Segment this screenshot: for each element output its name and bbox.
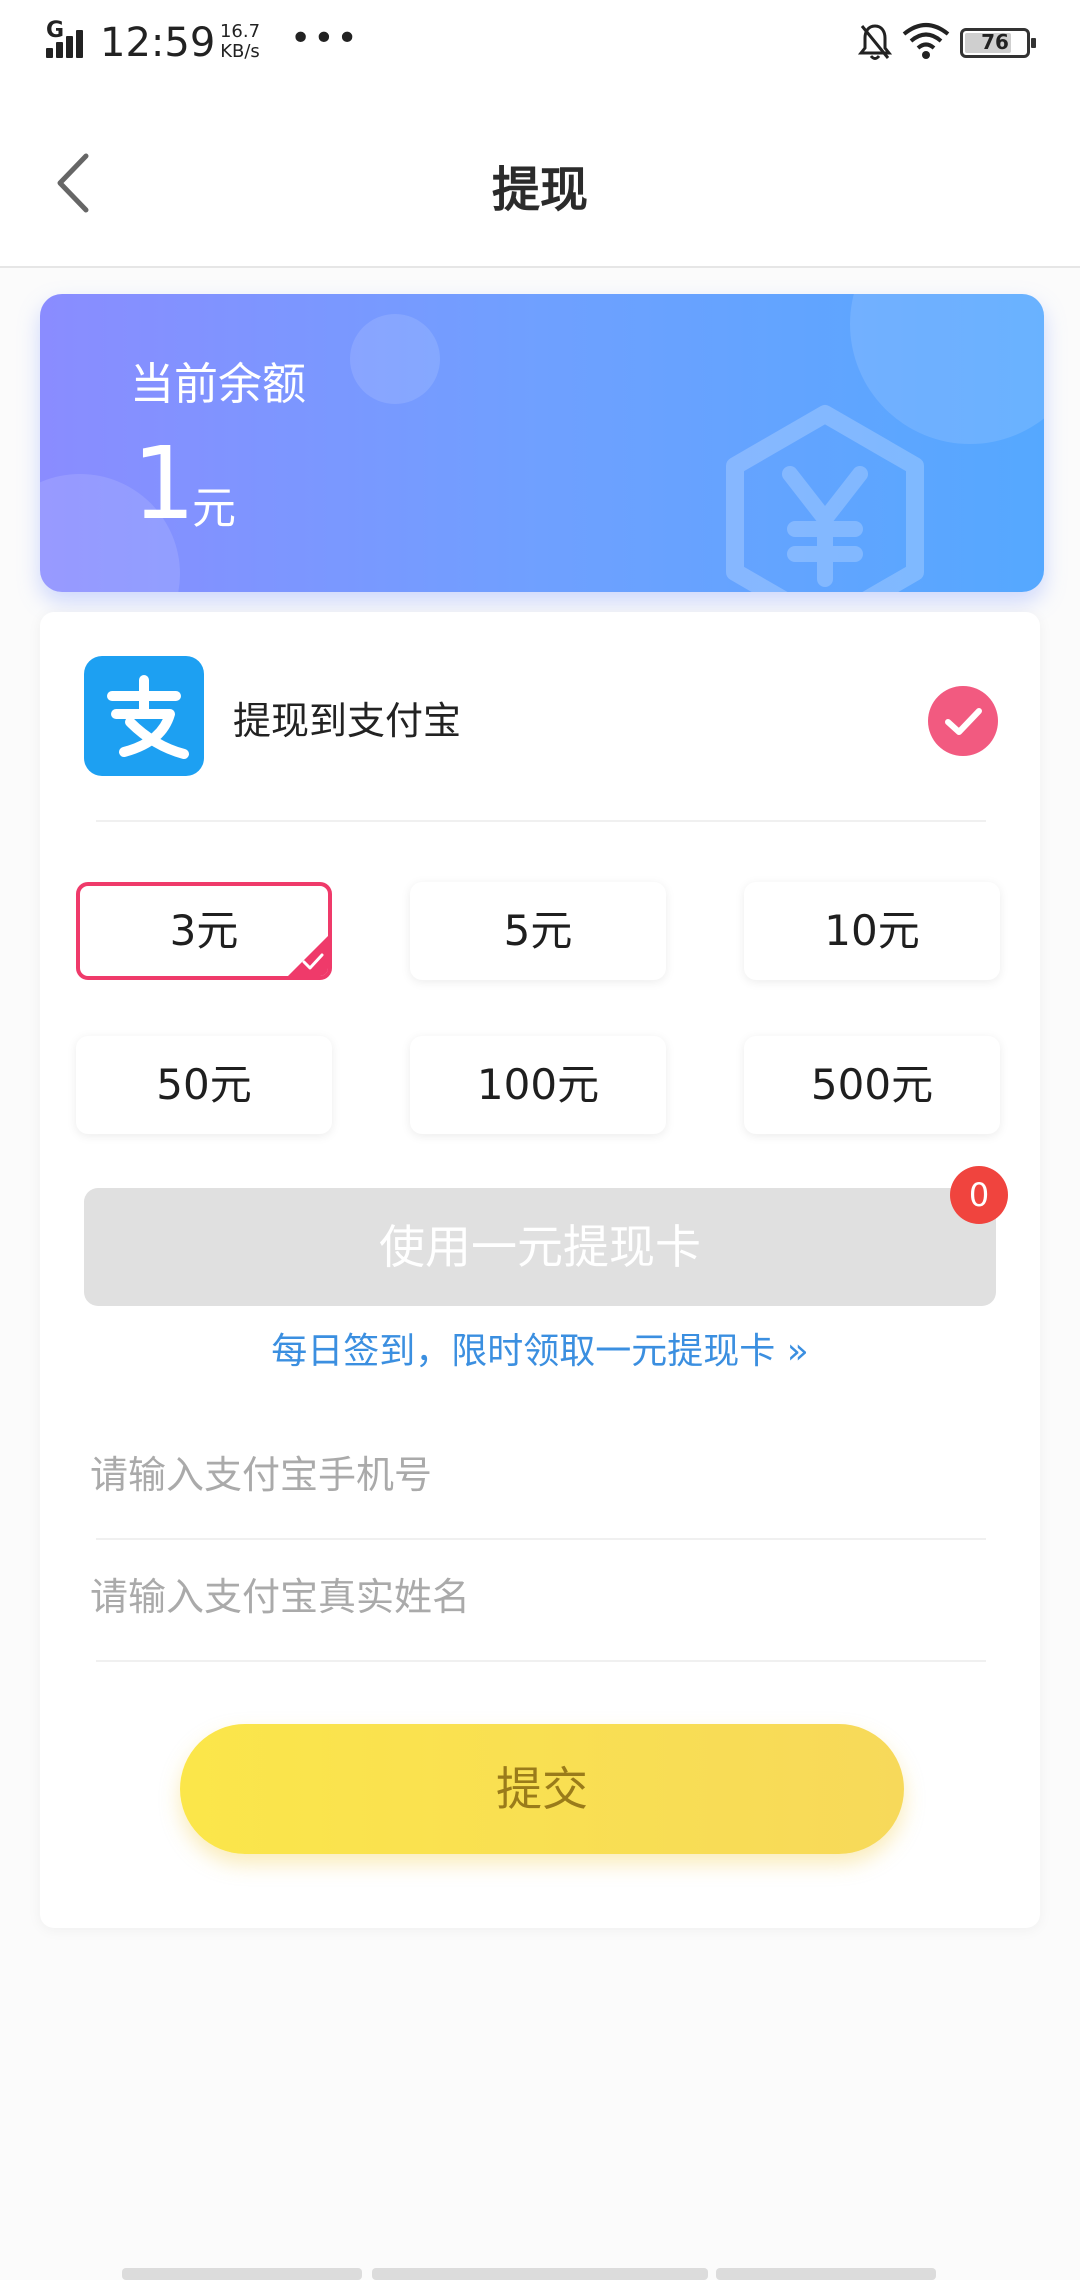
payment-method-label: 提现到支付宝: [233, 699, 462, 743]
status-bar: G 12:59 16.7 KB/s ••• 76: [0, 0, 1080, 90]
status-time: 12:59: [100, 20, 216, 66]
amount-option-50[interactable]: 50元: [76, 1036, 332, 1134]
payment-method-alipay[interactable]: 提现到支付宝: [40, 612, 1040, 820]
signal-icon: G: [46, 18, 90, 58]
bottom-nav-hint: [372, 2268, 708, 2280]
bell-muted-icon: [858, 24, 892, 60]
use-withdraw-card-button[interactable]: 使用一元提现卡: [84, 1188, 996, 1306]
amount-option-label: 100元: [476, 1060, 600, 1109]
amount-option-label: 50元: [156, 1060, 252, 1109]
more-notifications-icon: •••: [290, 18, 360, 59]
battery-icon: 76: [960, 28, 1036, 58]
withdraw-card-count-badge: 0: [950, 1166, 1008, 1224]
amount-option-10[interactable]: 10元: [744, 882, 1000, 980]
bottom-nav-hint: [716, 2268, 936, 2280]
network-speed-unit: KB/s: [220, 41, 260, 62]
divider: [96, 1660, 986, 1662]
submit-button[interactable]: 提交: [180, 1724, 904, 1854]
balance-unit: 元: [192, 483, 236, 534]
selected-check-icon[interactable]: [928, 686, 998, 756]
bottom-nav-hint: [122, 2268, 362, 2280]
divider: [96, 820, 986, 822]
amount-option-3[interactable]: 3元: [76, 882, 332, 980]
balance-amount: 1: [132, 425, 196, 542]
balance-card: 当前余额 1 元: [40, 294, 1044, 592]
network-type: G: [46, 18, 65, 43]
amount-option-label: 10元: [824, 906, 920, 955]
withdraw-form-card: 提现到支付宝 3元 5元 10元 50元 100元 500元 使用一元提现卡 0…: [40, 612, 1040, 1928]
wifi-icon: [902, 23, 950, 59]
network-speed: 16.7 KB/s: [218, 22, 262, 62]
amount-option-100[interactable]: 100元: [410, 1036, 666, 1134]
page-title: 提现: [491, 162, 588, 218]
alipay-phone-input[interactable]: [84, 1430, 990, 1520]
page-header: 提现: [0, 90, 1080, 268]
yen-hexagon-icon: [726, 405, 924, 592]
amount-option-5[interactable]: 5元: [410, 882, 666, 980]
alipay-logo-icon: [84, 656, 204, 776]
amount-option-500[interactable]: 500元: [744, 1036, 1000, 1134]
daily-signin-link[interactable]: 每日签到，限时领取一元提现卡 »: [40, 1322, 1040, 1374]
amount-option-label: 500元: [810, 1060, 934, 1109]
alipay-name-input[interactable]: [84, 1552, 990, 1642]
network-speed-value: 16.7: [219, 21, 261, 42]
amount-option-label: 5元: [503, 906, 573, 955]
amount-option-label: 3元: [169, 906, 239, 955]
check-icon: [302, 953, 324, 970]
balance-label: 当前余额: [130, 359, 306, 410]
battery-level: 76: [981, 30, 1009, 54]
divider: [96, 1538, 986, 1540]
